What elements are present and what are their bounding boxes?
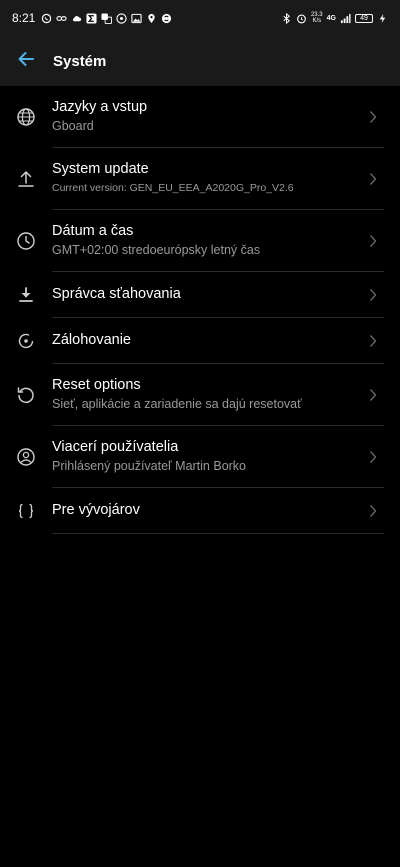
setting-item-languages[interactable]: Jazyky a vstup Gboard bbox=[0, 86, 400, 148]
backup-icon bbox=[16, 331, 36, 351]
image-icon bbox=[131, 13, 142, 24]
whatsapp-icon bbox=[41, 13, 52, 24]
setting-item-reset-options[interactable]: Reset options Sieť, aplikácie a zariaden… bbox=[0, 364, 400, 426]
setting-title: Správca sťahovania bbox=[52, 286, 181, 302]
chevron-right-icon bbox=[368, 110, 378, 124]
setting-subtitle: Prihlásený používateľ Martin Borko bbox=[52, 459, 247, 473]
setting-title: Viacerí používatelia bbox=[52, 439, 179, 455]
network-type: 4G bbox=[326, 14, 336, 22]
alarm-icon bbox=[296, 13, 307, 24]
status-right: 23.3 K/s 4G 49 bbox=[281, 12, 388, 24]
chevron-right-icon bbox=[368, 288, 378, 302]
arrow-left-icon bbox=[16, 49, 36, 74]
setting-item-developer-options[interactable]: Pre vývojárov bbox=[0, 488, 400, 534]
back-button[interactable] bbox=[0, 36, 52, 86]
setting-item-backup[interactable]: Zálohovanie bbox=[0, 318, 400, 364]
setting-title: Jazyky a vstup bbox=[52, 99, 148, 115]
translate-icon bbox=[101, 12, 113, 24]
chevron-right-icon bbox=[368, 334, 378, 348]
charging-icon bbox=[377, 13, 388, 24]
setting-title: System update bbox=[52, 161, 149, 177]
status-time: 8:21 bbox=[12, 11, 36, 25]
signal-icon bbox=[340, 13, 351, 24]
chevron-right-icon bbox=[368, 450, 378, 464]
setting-title: Pre vývojárov bbox=[52, 502, 140, 518]
status-bar: 8:21 23.3 K/s 4G 49 bbox=[0, 0, 400, 36]
chevron-right-icon bbox=[368, 388, 378, 402]
setting-item-date-time[interactable]: Dátum a čas GMT+02:00 stredoeurópsky let… bbox=[0, 210, 400, 272]
app-bar: Systém bbox=[0, 36, 400, 86]
download-icon bbox=[16, 285, 36, 305]
chevron-right-icon bbox=[368, 504, 378, 518]
chevron-right-icon bbox=[368, 172, 378, 186]
page-title: Systém bbox=[53, 52, 107, 70]
notification-badge-icon bbox=[116, 12, 127, 24]
chevron-right-icon bbox=[368, 234, 378, 248]
location-icon bbox=[146, 13, 157, 24]
setting-title: Dátum a čas bbox=[52, 223, 134, 239]
setting-subtitle: GMT+02:00 stredoeurópsky letný čas bbox=[52, 243, 261, 257]
network-speed-unit: K/s bbox=[312, 18, 322, 24]
clock-icon bbox=[16, 231, 36, 251]
setting-title: Zálohovanie bbox=[52, 332, 131, 348]
user-icon bbox=[16, 447, 36, 467]
link-icon bbox=[56, 13, 67, 24]
bluetooth-icon bbox=[281, 12, 292, 24]
reset-icon bbox=[16, 385, 36, 405]
setting-title: Reset options bbox=[52, 377, 141, 393]
battery-indicator: 49 bbox=[355, 13, 373, 23]
setting-subtitle: Sieť, aplikácie a zariadenie sa dajú res… bbox=[52, 397, 302, 411]
status-left: 8:21 bbox=[12, 11, 172, 25]
settings-list: Jazyky a vstup Gboard System update Curr… bbox=[0, 86, 400, 534]
cloud-icon bbox=[71, 13, 82, 24]
globe-icon bbox=[16, 107, 36, 127]
data-saver-icon bbox=[161, 13, 172, 24]
system-update-icon bbox=[16, 169, 36, 189]
braces-icon bbox=[16, 501, 36, 521]
setting-subtitle: Current version: GEN_EU_EEA_A2020G_Pro_V… bbox=[52, 182, 294, 194]
setting-item-system-update[interactable]: System update Current version: GEN_EU_EE… bbox=[0, 148, 400, 210]
setting-item-multiple-users[interactable]: Viacerí používatelia Prihlásený používat… bbox=[0, 426, 400, 488]
sigma-icon bbox=[86, 12, 97, 24]
setting-subtitle: Gboard bbox=[52, 119, 94, 133]
setting-item-download-manager[interactable]: Správca sťahovania bbox=[0, 272, 400, 318]
network-speed: 23.3 K/s bbox=[311, 12, 323, 24]
